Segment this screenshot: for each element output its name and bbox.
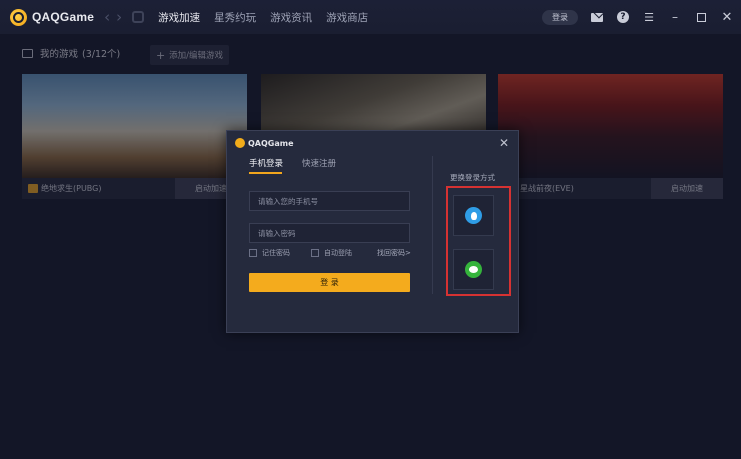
logo-icon bbox=[10, 8, 27, 26]
checkbox-icon bbox=[311, 249, 319, 257]
forward-arrow-icon[interactable]: › bbox=[116, 8, 122, 26]
logo-text: QAQGame bbox=[32, 10, 95, 24]
vertical-divider bbox=[432, 156, 433, 294]
top-bar: QAQGame ‹ › 游戏加速 星秀约玩 游戏资讯 游戏商店 登录 ? ☰ –… bbox=[0, 0, 741, 34]
tab-game-news[interactable]: 游戏资讯 bbox=[270, 10, 312, 25]
tab-star-show[interactable]: 星秀约玩 bbox=[214, 10, 256, 25]
dialog-title-text: QAQGame bbox=[248, 138, 294, 148]
forgot-password-link[interactable]: 找回密码> bbox=[377, 248, 411, 258]
wechat-icon bbox=[465, 261, 482, 278]
dialog-close-icon[interactable]: ✕ bbox=[499, 136, 509, 150]
tab-phone-login[interactable]: 手机登录 bbox=[249, 157, 283, 169]
help-icon[interactable]: ? bbox=[617, 11, 629, 23]
remember-password-checkbox[interactable]: 记住密码 bbox=[249, 248, 290, 258]
wechat-login-button[interactable] bbox=[453, 249, 494, 290]
phone-input[interactable]: 请输入您的手机号 bbox=[249, 191, 410, 211]
app-logo[interactable]: QAQGame bbox=[10, 8, 95, 26]
auto-login-label: 自动登陆 bbox=[324, 249, 352, 257]
home-icon[interactable] bbox=[132, 11, 145, 23]
password-input[interactable]: 请输入密码 bbox=[249, 223, 410, 243]
menu-icon[interactable]: ☰ bbox=[643, 11, 655, 24]
active-tab-underline bbox=[249, 172, 282, 174]
dialog-logo-icon bbox=[235, 138, 245, 148]
tab-game-store[interactable]: 游戏商店 bbox=[326, 10, 368, 25]
tab-game-accelerate[interactable]: 游戏加速 bbox=[158, 10, 200, 25]
remember-password-label: 记住密码 bbox=[262, 249, 290, 257]
dialog-title: QAQGame bbox=[235, 138, 294, 148]
back-arrow-icon[interactable]: ‹ bbox=[104, 8, 110, 26]
maximize-icon[interactable] bbox=[695, 11, 707, 23]
auto-login-checkbox[interactable]: 自动登陆 bbox=[311, 248, 352, 258]
alt-login-title: 更换登录方式 bbox=[450, 173, 495, 182]
qq-login-button[interactable] bbox=[453, 195, 494, 236]
qq-icon bbox=[465, 207, 482, 224]
top-login-button[interactable]: 登录 bbox=[542, 9, 578, 25]
mail-icon[interactable] bbox=[591, 11, 603, 23]
tab-quick-register[interactable]: 快速注册 bbox=[302, 157, 336, 169]
login-dialog: QAQGame ✕ 手机登录 快速注册 请输入您的手机号 请输入密码 记住密码 … bbox=[226, 130, 519, 333]
close-window-icon[interactable]: ✕ bbox=[721, 10, 733, 25]
login-button[interactable]: 登 录 bbox=[249, 273, 410, 292]
minimize-icon[interactable]: – bbox=[669, 10, 681, 24]
checkbox-icon bbox=[249, 249, 257, 257]
